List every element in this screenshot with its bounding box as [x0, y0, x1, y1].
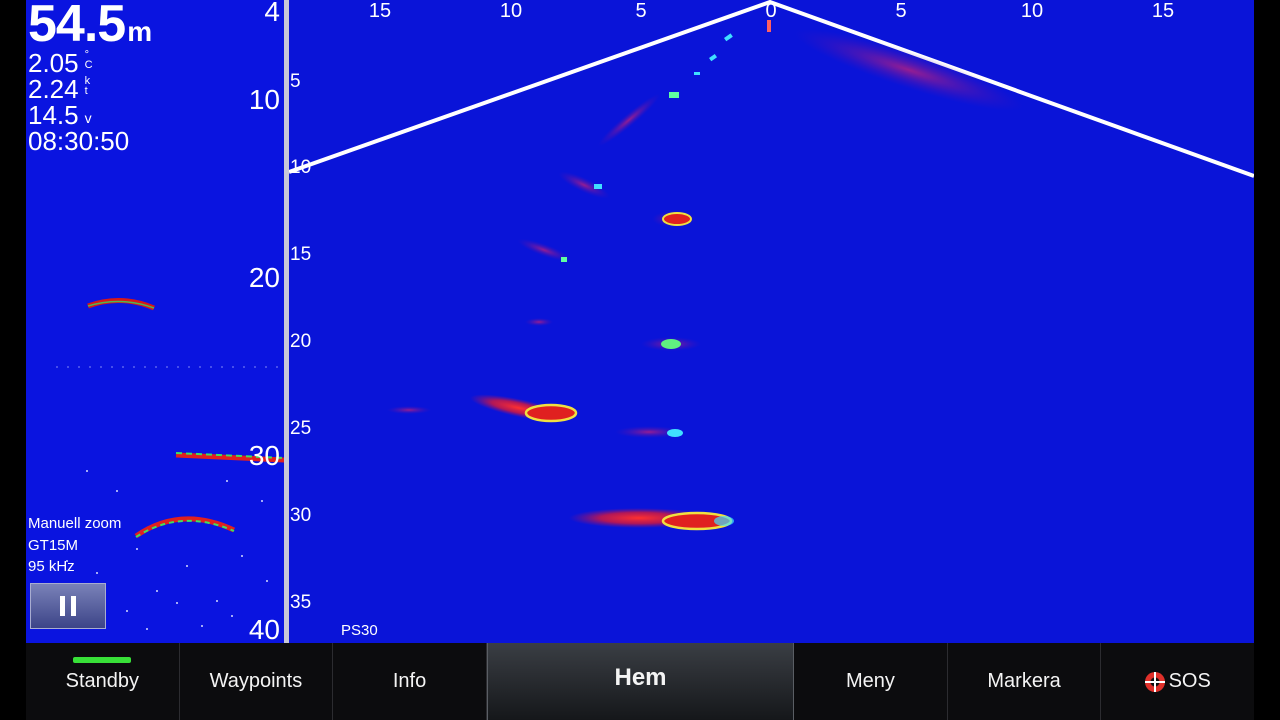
standby-label: Standby: [65, 670, 139, 692]
info-button[interactable]: Info: [333, 643, 487, 720]
top-scale-label: 15: [1151, 0, 1175, 22]
temperature-readout: 2.05 ° C: [28, 49, 93, 77]
depth-scale-label: 20: [290, 331, 312, 352]
depth-scale-label: 10: [290, 157, 312, 178]
lifebuoy-icon: [1144, 671, 1165, 692]
menu-label: Meny: [845, 670, 895, 692]
depth-scale-label: 30: [290, 505, 312, 526]
top-scale-label: 10: [499, 0, 523, 22]
mark-button[interactable]: Markera: [948, 643, 1102, 720]
bottom-softkey-bar: Standby Waypoints Info Hem Meny Markera …: [26, 643, 1254, 720]
speed-readout: 2.24 k t: [28, 75, 91, 103]
panoramic-sonar-panel[interactable]: 15 10 5 0 5 10 15 5 10 15 20 25 30 35 PS…: [289, 0, 1254, 643]
depth-scale-label: 25: [290, 418, 312, 439]
top-scale-label: 15: [368, 0, 392, 22]
depth-unit: m: [127, 16, 152, 47]
standby-button[interactable]: Standby: [26, 643, 180, 720]
standby-status-indicator: [73, 657, 132, 663]
zoom-mode-label: Manuell zoom: [28, 515, 122, 532]
top-scale-label: 10: [1020, 0, 1044, 22]
left-scale-label: 40: [248, 614, 280, 644]
panoramic-sonar-returns: [289, 0, 1254, 531]
top-scale-label: 5: [635, 0, 647, 22]
frequency-label: 95 kHz: [28, 558, 75, 575]
top-scale-label: 0: [765, 0, 777, 22]
voltage-unit: v: [84, 110, 92, 126]
home-label: Hem: [614, 663, 667, 691]
sos-button[interactable]: SOS: [1101, 643, 1254, 720]
time-readout: 08:30:50: [28, 126, 130, 156]
waypoints-label: Waypoints: [209, 670, 303, 692]
traditional-sonar-panel[interactable]: 54.5m 2.05 ° C 2.24 k t 14.5 v 08:30:50 4 10 …: [26, 0, 284, 643]
depth-value: 54.5: [28, 0, 126, 53]
sonar-screen: 54.5m 2.05 ° C 2.24 k t 14.5 v 08:30:50 4 10 …: [0, 0, 1280, 720]
menu-button[interactable]: Meny: [794, 643, 948, 720]
pause-icon: [60, 596, 65, 616]
left-scale-label: 30: [248, 440, 280, 471]
left-scale-label: 10: [248, 84, 280, 115]
waypoints-button[interactable]: Waypoints: [180, 643, 334, 720]
info-label: Info: [392, 670, 427, 692]
left-scale-label: 20: [248, 262, 280, 293]
left-scale-label: 4: [264, 0, 280, 27]
transducer-model-label: PS30: [341, 622, 378, 639]
temperature-unit: ° C: [84, 49, 93, 71]
home-button[interactable]: Hem: [486, 643, 795, 720]
depth-scale-label: 35: [290, 592, 312, 613]
top-scale-label: 5: [895, 0, 907, 22]
sos-label: SOS: [1168, 670, 1211, 692]
speed-unit: kt: [84, 75, 91, 97]
depth-scale-label: 5: [290, 71, 301, 92]
pause-button[interactable]: [30, 583, 106, 629]
mark-label: Markera: [987, 670, 1061, 692]
depth-scale-label: 15: [290, 244, 312, 265]
voltage-readout: 14.5 v: [28, 102, 92, 128]
transducer-label: GT15M: [28, 537, 79, 554]
